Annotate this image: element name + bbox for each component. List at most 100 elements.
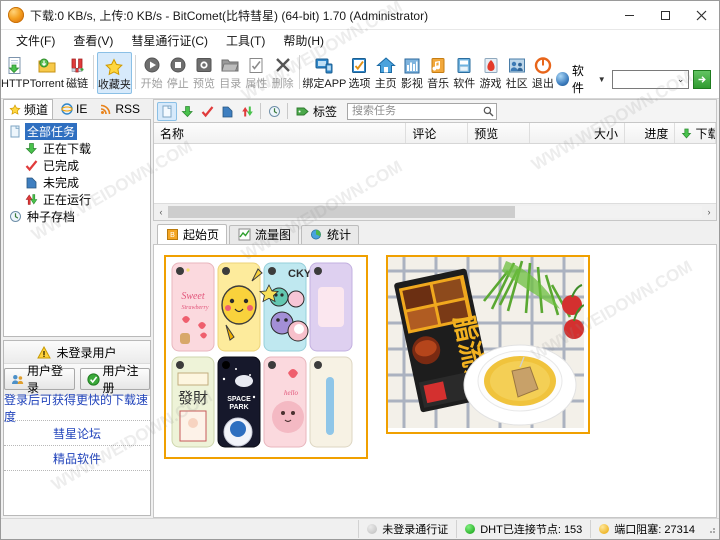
login-link-speed[interactable]: 登录后可获得更快的下载速度 [4, 396, 150, 421]
slim-tea-image: 脂流茶 [388, 257, 584, 428]
filter-running[interactable] [237, 102, 257, 121]
movie-icon [402, 55, 422, 77]
toolbar-button-magnet[interactable]: 磁链 [64, 52, 90, 94]
svg-text:B: B [170, 232, 175, 239]
scroll-left-arrow-icon[interactable]: ‹ [154, 205, 168, 219]
menu-view[interactable]: 查看(V) [64, 30, 122, 51]
task-search-input[interactable] [348, 104, 480, 118]
tab-graph[interactable]: 流量图 [229, 225, 299, 244]
tree-item-torrent-archive[interactable]: 种子存档 [4, 208, 150, 225]
column-download[interactable]: 下载 [675, 123, 716, 143]
toolbar-button-favorites[interactable]: 收藏夹 [97, 52, 132, 94]
svg-text:PARK: PARK [229, 404, 248, 411]
toolbar-label: 预览 [193, 78, 215, 90]
sidebar-tabs: 频道 IE RSS [1, 99, 153, 119]
status-dot-yellow [599, 524, 609, 534]
toolbar-button-software[interactable]: 软件 [451, 52, 477, 94]
svg-text:Strawberry: Strawberry [182, 305, 209, 311]
slim-tea-ad[interactable]: 脂流茶 [386, 255, 590, 434]
toolbar-button-bind-app[interactable]: 绑定APP [302, 52, 346, 94]
tab-homepage[interactable]: B 起始页 [157, 224, 227, 244]
globe-icon [556, 72, 569, 86]
incomplete-icon [24, 176, 38, 190]
column-progress[interactable]: 进度 [625, 123, 675, 143]
column-comment[interactable]: 评论 [406, 123, 468, 143]
right-pane: 标签 名称 评论 预览 大小 进度 [153, 99, 719, 518]
tree-item-completed[interactable]: 已完成 [4, 157, 150, 174]
toolbar-button-music[interactable]: 音乐 [425, 52, 451, 94]
scroll-thumb[interactable] [168, 206, 515, 218]
maximize-button[interactable] [647, 1, 683, 29]
start-page-panel: Sweet Strawberry [153, 244, 717, 519]
filter-incomplete[interactable] [217, 102, 237, 121]
toolbar-button-properties[interactable]: 属性 [243, 52, 269, 94]
users-icon [11, 372, 24, 386]
toolbar-label: 选项 [348, 78, 370, 90]
minimize-button[interactable] [611, 1, 647, 29]
task-list-body[interactable] [154, 144, 716, 203]
task-search-box[interactable] [347, 103, 497, 120]
toolbar-button-home[interactable]: 主页 [373, 52, 399, 94]
close-button[interactable] [683, 1, 719, 29]
menu-help[interactable]: 帮助(H) [274, 30, 333, 51]
column-name[interactable]: 名称 [154, 123, 406, 143]
toolbar-button-folder[interactable]: 目录 [217, 52, 243, 94]
chevron-down-icon[interactable]: ▼ [598, 75, 606, 84]
search-combo[interactable]: ⌄ [612, 70, 690, 89]
toolbar-button-torrent[interactable]: Torrent [30, 52, 64, 94]
task-toolbar-separator [260, 103, 261, 119]
status-dot-green [465, 524, 475, 534]
tree-item-incomplete[interactable]: 未完成 [4, 174, 150, 191]
tag-button[interactable]: 标签 [291, 103, 341, 120]
search-go-button[interactable] [693, 70, 711, 89]
sidebar-tab-ie[interactable]: IE [55, 100, 92, 118]
scroll-track[interactable] [168, 206, 702, 218]
filter-all-tasks[interactable] [157, 102, 177, 121]
toolbar-button-delete[interactable]: 删除 [270, 52, 296, 94]
task-list-hscrollbar[interactable]: ‹ › [154, 203, 716, 220]
toolbar-button-start[interactable]: 开始 [139, 52, 165, 94]
filter-torrent-archive[interactable] [264, 102, 284, 121]
comet-icon [8, 7, 24, 23]
toolbar-button-exit[interactable]: 退出 [530, 52, 556, 94]
menu-file[interactable]: 文件(F) [7, 30, 64, 51]
port-status[interactable]: 端口阻塞: 27314 [590, 520, 703, 538]
scroll-right-arrow-icon[interactable]: › [702, 205, 716, 219]
resize-grip-icon[interactable] [705, 523, 717, 535]
toolbar-button-http[interactable]: HTTP [1, 52, 30, 94]
tag-icon [295, 104, 310, 118]
tree-item-all-tasks[interactable]: 全部任务 [4, 123, 150, 140]
tree-item-running[interactable]: 正在运行 [4, 191, 150, 208]
torrent-archive-icon [8, 210, 22, 224]
dht-status[interactable]: DHT已连接节点: 153 [456, 520, 590, 538]
user-register-button[interactable]: 用户注册 [80, 368, 151, 390]
toolbar-label: Torrent [30, 78, 64, 90]
user-login-button[interactable]: 用户登录 [4, 368, 75, 390]
menu-tools[interactable]: 工具(T) [217, 30, 274, 51]
menu-passport[interactable]: 彗星通行证(C) [122, 30, 217, 51]
filter-downloading[interactable] [177, 102, 197, 121]
torrent-folder-icon [37, 55, 57, 77]
tree-item-downloading[interactable]: 正在下载 [4, 140, 150, 157]
passport-status[interactable]: 未登录通行证 [358, 520, 456, 538]
toolbar-label: 游戏 [480, 78, 502, 90]
toolbar-button-movies[interactable]: 影视 [399, 52, 425, 94]
column-preview[interactable]: 预览 [468, 123, 530, 143]
svg-text:SPACE: SPACE [227, 396, 251, 403]
toolbar-button-options[interactable]: 选项 [346, 52, 372, 94]
svg-text:Sweet: Sweet [181, 291, 205, 302]
sidebar-tab-rss[interactable]: RSS [94, 100, 145, 118]
tree-item-label: 全部任务 [25, 123, 77, 140]
sidebar-tab-channel[interactable]: 频道 [3, 99, 53, 119]
toolbar-button-community[interactable]: 社区 [504, 52, 530, 94]
phone-cases-ad[interactable]: Sweet Strawberry [164, 255, 368, 459]
column-size[interactable]: 大小 [530, 123, 625, 143]
toolbar-button-preview[interactable]: 预览 [191, 52, 217, 94]
filter-completed[interactable] [197, 102, 217, 121]
search-category-label[interactable]: 软件 [572, 62, 594, 96]
tab-statistics[interactable]: 统计 [301, 225, 359, 244]
toolbar-button-stop[interactable]: 停止 [165, 52, 191, 94]
login-link-software[interactable]: 精品软件 [4, 446, 150, 471]
toolbar-button-games[interactable]: 游戏 [477, 52, 503, 94]
toolbar-label: 主页 [375, 78, 397, 90]
